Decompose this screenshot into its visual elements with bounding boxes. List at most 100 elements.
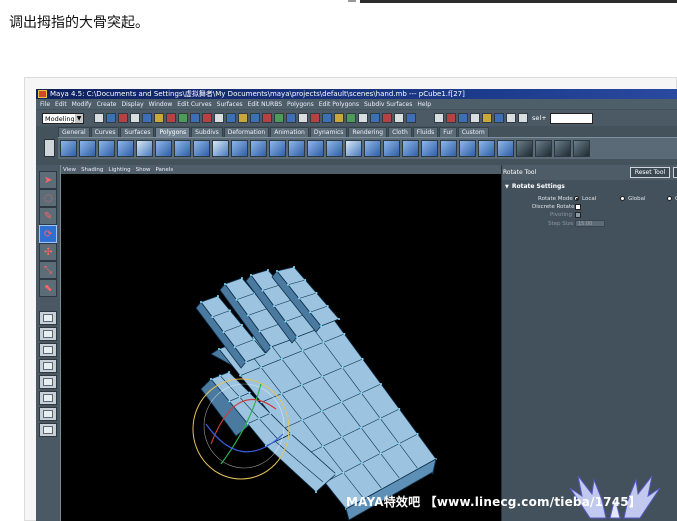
panel-menu-show[interactable]: Show — [136, 167, 151, 173]
render-button-icon[interactable] — [470, 113, 480, 123]
mesh-vertex[interactable] — [315, 292, 318, 294]
menu-polygons[interactable]: Polygons — [287, 101, 314, 108]
mesh-vertex[interactable] — [267, 269, 269, 271]
polygon-tool-shelf-icon[interactable] — [326, 140, 343, 157]
mesh-vertex[interactable] — [300, 384, 303, 386]
polygon-tool-shelf-icon[interactable] — [269, 140, 286, 157]
polygon-tool-shelf-icon[interactable] — [212, 140, 229, 157]
render-button-icon[interactable] — [482, 113, 492, 123]
perspective-viewport[interactable]: View Shading Lighting Show Panels — [60, 165, 501, 521]
status-line-button-icon[interactable] — [334, 113, 344, 123]
polygon-tool-shelf-icon[interactable] — [459, 140, 476, 157]
mesh-vertex[interactable] — [341, 366, 344, 369]
status-line-button-icon[interactable] — [262, 113, 272, 123]
render-button-icon[interactable] — [494, 113, 504, 123]
mesh-vertex[interactable] — [309, 311, 311, 314]
polygon-tool-shelf-icon[interactable] — [155, 140, 172, 157]
status-line-button-icon[interactable] — [358, 113, 368, 123]
mesh-vertex[interactable] — [253, 338, 255, 341]
shelf-tab-surfaces[interactable]: Surfaces — [120, 127, 155, 137]
polygon-tool-shelf-icon[interactable] — [573, 140, 590, 157]
layout-preset-icon[interactable] — [39, 359, 57, 373]
mesh-vertex[interactable] — [270, 346, 272, 348]
layout-preset-icon[interactable] — [39, 423, 57, 437]
mesh-vertex[interactable] — [241, 277, 243, 279]
status-line-button-icon[interactable] — [382, 113, 392, 123]
mesh-vertex[interactable] — [321, 445, 324, 448]
viewport-canvas[interactable] — [61, 174, 502, 521]
panel-menu-shading[interactable]: Shading — [81, 167, 103, 173]
status-line-button-icon[interactable] — [394, 113, 404, 123]
rotate-tool-icon[interactable]: ⟳ — [39, 225, 57, 243]
radio-global[interactable] — [620, 196, 625, 201]
menu-edit-polygons[interactable]: Edit Polygons — [319, 101, 359, 108]
mesh-vertex[interactable] — [343, 333, 346, 335]
menu-help[interactable]: Help — [417, 101, 431, 108]
mesh-vertex[interactable] — [293, 266, 295, 268]
radio-local[interactable] — [574, 196, 579, 201]
mesh-vertex[interactable] — [379, 452, 382, 455]
mesh-vertex[interactable] — [261, 289, 264, 292]
mesh-vertex[interactable] — [380, 383, 382, 385]
scale-tool-icon[interactable]: ⤡ — [39, 261, 57, 279]
status-line-button-icon[interactable] — [154, 113, 164, 123]
polygon-tool-shelf-icon[interactable] — [364, 140, 381, 157]
layout-preset-icon[interactable] — [39, 343, 57, 357]
polygon-tool-shelf-icon[interactable] — [554, 140, 571, 157]
mesh-vertex[interactable] — [398, 408, 401, 410]
mesh-vertex[interactable] — [247, 314, 249, 317]
status-line-button-icon[interactable] — [310, 113, 320, 123]
mesh-vertex[interactable] — [260, 366, 262, 369]
mesh-vertex[interactable] — [296, 336, 298, 338]
mesh-vertex[interactable] — [276, 270, 278, 272]
status-line-button-icon[interactable] — [178, 113, 188, 123]
mesh-vertex[interactable] — [258, 330, 261, 333]
mesh-vertex[interactable] — [218, 348, 220, 350]
menu-surfaces[interactable]: Surfaces — [217, 101, 243, 108]
mesh-vertex[interactable] — [233, 346, 236, 348]
mesh-vertex[interactable] — [280, 392, 283, 395]
status-line-button-icon[interactable] — [226, 113, 236, 123]
shelf-tab-fluids[interactable]: Fluids — [412, 127, 439, 137]
reset-tool-button[interactable]: Reset Tool — [630, 167, 670, 178]
status-line-button-icon[interactable] — [130, 113, 140, 123]
status-line-button-icon[interactable] — [406, 113, 416, 123]
polygon-tool-shelf-icon[interactable] — [440, 140, 457, 157]
status-line-button-icon[interactable] — [286, 113, 296, 123]
mesh-vertex[interactable] — [211, 316, 214, 318]
mesh-vertex[interactable] — [235, 298, 238, 301]
tool-help-button[interactable] — [673, 167, 677, 178]
status-line-button-icon[interactable] — [250, 113, 260, 123]
mesh-vertex[interactable] — [361, 358, 364, 360]
mesh-vertex[interactable] — [320, 325, 322, 327]
shelf-tab-curves[interactable]: Curves — [90, 127, 120, 137]
polygon-tool-shelf-icon[interactable] — [174, 140, 191, 157]
mesh-vertex[interactable] — [338, 318, 340, 320]
mesh-vertex[interactable] — [284, 320, 287, 323]
polygon-tool-shelf-icon[interactable] — [117, 140, 134, 157]
shelf-tab-fur[interactable]: Fur — [439, 127, 457, 137]
mesh-vertex[interactable] — [219, 374, 221, 377]
mesh-vertex[interactable] — [290, 433, 292, 435]
polygon-tool-shelf-icon[interactable] — [535, 140, 552, 157]
render-button-icon[interactable] — [446, 113, 456, 123]
mesh-vertex[interactable] — [280, 358, 283, 360]
shelf-tab-rendering[interactable]: Rendering — [348, 127, 388, 137]
mesh-vertex[interactable] — [342, 471, 345, 474]
mesh-vertex[interactable] — [301, 419, 304, 421]
status-line-button-icon[interactable] — [298, 113, 308, 123]
render-button-icon[interactable] — [458, 113, 468, 123]
polygon-tool-shelf-icon[interactable] — [79, 140, 96, 157]
manipulator-icon[interactable]: ⬉ — [39, 279, 57, 297]
polygon-tool-shelf-icon[interactable] — [98, 140, 115, 157]
layout-preset-icon[interactable] — [39, 375, 57, 389]
mesh-vertex[interactable] — [398, 442, 401, 445]
shelf-tab-animation[interactable]: Animation — [270, 127, 309, 137]
shelf-tab-dynamics[interactable]: Dynamics — [309, 127, 348, 137]
radio-gimbal[interactable] — [667, 196, 672, 201]
menu-subdiv-surfaces[interactable]: Subdiv Surfaces — [364, 101, 412, 108]
shelf-tab-polygons[interactable]: Polygons — [155, 127, 191, 137]
status-line-button-icon[interactable] — [346, 113, 356, 123]
mesh-vertex[interactable] — [248, 391, 251, 394]
polygon-tool-shelf-icon[interactable] — [288, 140, 305, 157]
